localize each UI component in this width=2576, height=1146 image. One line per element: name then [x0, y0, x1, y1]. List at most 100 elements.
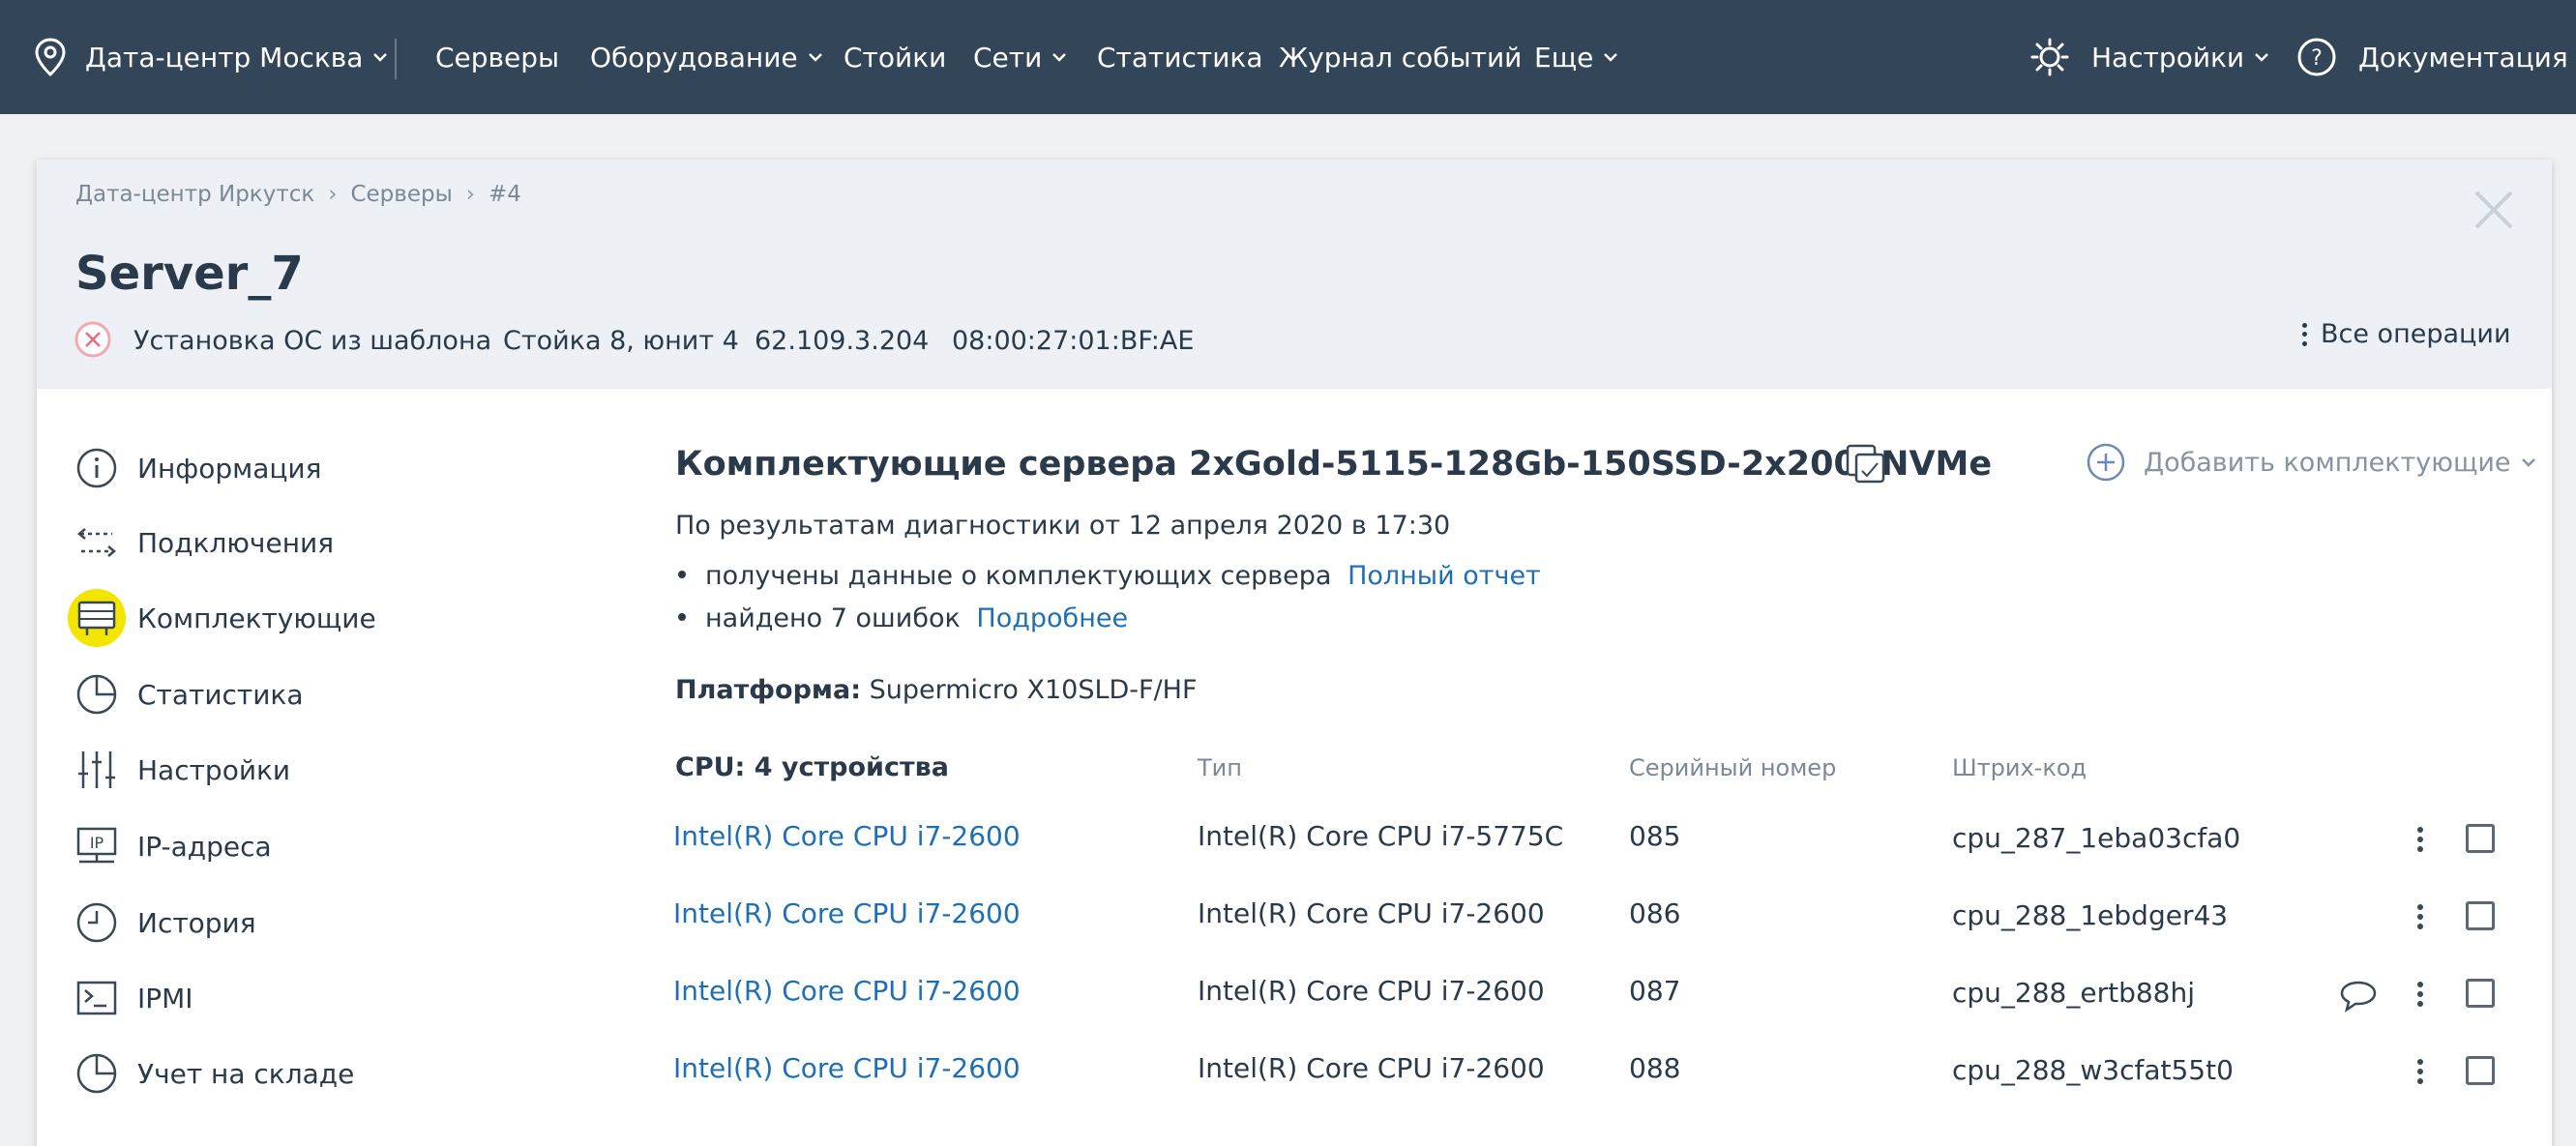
nav-servers[interactable]: Серверы: [435, 0, 559, 114]
component-serial: 085: [1629, 820, 1681, 852]
chevron-down-icon: [1052, 53, 1067, 62]
components-title: Комплектующие сервера 2xGold-5115-128Gb-…: [675, 445, 1993, 484]
sidebar-item-label: Настройки: [137, 753, 291, 786]
platform-line: Платформа: Supermicro X10SLD-F/HF: [675, 675, 1198, 705]
column-header-barcode: Штрих-код: [1952, 754, 2087, 781]
nav-servers-label: Серверы: [435, 41, 560, 73]
component-type: Intel(R) Core CPU i7-2600: [1198, 1052, 1545, 1084]
add-component-button[interactable]: Добавить комплектующие: [2086, 442, 2536, 483]
component-type: Intel(R) Core CPU i7-2600: [1198, 897, 1545, 929]
row-menu-icon[interactable]: [2417, 1059, 2423, 1084]
comment-icon[interactable]: [2339, 980, 2378, 1013]
column-header-type: Тип: [1198, 754, 1242, 781]
sidebar-item-label: История: [137, 906, 256, 939]
sidebar-item-ipmi[interactable]: IPMI: [75, 974, 193, 1022]
column-header-serial: Серийный номер: [1629, 754, 1837, 781]
nav-event-log[interactable]: Журнал событий: [1279, 0, 1522, 114]
nav-more[interactable]: Еще: [1534, 0, 1618, 114]
breadcrumb-item-servers[interactable]: Серверы: [350, 182, 452, 207]
sidebar-item-label: Учет на складе: [137, 1057, 355, 1090]
sidebar-item-statistics[interactable]: Статистика: [75, 670, 304, 719]
bullet-icon: [678, 612, 686, 621]
sidebar-item-settings[interactable]: Настройки: [75, 746, 290, 794]
component-name-link[interactable]: Intel(R) Core CPU i7-2600: [673, 975, 1021, 1007]
datacenter-label: Дата-центр Москва: [85, 41, 364, 73]
sliders-icon: [75, 749, 118, 791]
chevron-down-icon: [2521, 458, 2535, 467]
component-barcode: cpu_288_1ebdger43: [1952, 899, 2229, 931]
server-rack: Стойка 8, юнит 4: [503, 326, 739, 356]
connections-icon: [75, 521, 118, 564]
add-component-label: Добавить комплектующие: [2144, 447, 2511, 478]
sidebar-item-label: Подключения: [137, 526, 335, 559]
sidebar-item-label: Статистика: [137, 678, 304, 711]
nav-networks-label: Сети: [973, 41, 1043, 73]
component-serial: 086: [1629, 897, 1681, 929]
nav-statistics-label: Статистика: [1097, 41, 1263, 73]
details-link[interactable]: Подробнее: [976, 603, 1128, 633]
breadcrumb-item-current: #4: [488, 182, 521, 207]
platform-value: Supermicro X10SLD-F/HF: [869, 675, 1198, 705]
component-name-link[interactable]: Intel(R) Core CPU i7-2600: [673, 820, 1021, 852]
component-name-link[interactable]: Intel(R) Core CPU i7-2600: [673, 1052, 1021, 1084]
server-card: Дата-центр Иркутск › Серверы › #4 Server…: [37, 160, 2552, 1146]
settings-menu[interactable]: Настройки: [2029, 0, 2269, 114]
diagnostics-bullet-1: получены данные о комплектующих сервера …: [678, 561, 1541, 591]
kebab-icon: [2302, 322, 2307, 346]
datacenter-selector[interactable]: Дата-центр Москва: [33, 0, 388, 114]
nav-racks[interactable]: Стойки: [844, 0, 946, 114]
bullet-1-text: получены данные о комплектующих сервера: [705, 561, 1332, 591]
sidebar-item-label: Информация: [137, 452, 322, 485]
breadcrumb-item-datacenter[interactable]: Дата-центр Иркутск: [75, 182, 314, 207]
sidebar-item-connections[interactable]: Подключения: [75, 518, 334, 567]
sidebar-item-history[interactable]: История: [75, 898, 256, 947]
component-type: Intel(R) Core CPU i7-2600: [1198, 975, 1545, 1007]
documentation-link[interactable]: ? Документация: [2296, 0, 2568, 114]
nav-more-label: Еще: [1534, 41, 1594, 73]
row-checkbox[interactable]: [2466, 824, 2495, 853]
breadcrumb: Дата-центр Иркутск › Серверы › #4: [75, 182, 521, 207]
all-operations-button[interactable]: Все операции: [2302, 319, 2511, 349]
row-menu-icon[interactable]: [2417, 827, 2423, 852]
component-barcode: cpu_288_w3cfat55t0: [1952, 1054, 2234, 1086]
copy-icon[interactable]: [1844, 442, 1886, 485]
svg-text:?: ?: [2311, 46, 2323, 71]
nav-statistics[interactable]: Статистика: [1097, 0, 1263, 114]
component-barcode: cpu_288_ertb88hj: [1952, 977, 2196, 1009]
cpu-section-header: CPU: 4 устройства: [675, 752, 949, 782]
component-name-link[interactable]: Intel(R) Core CPU i7-2600: [673, 897, 1021, 929]
server-mac: 08:00:27:01:BF:AE: [952, 326, 1195, 356]
chevron-down-icon: [2255, 53, 2269, 62]
clock-icon: [75, 901, 118, 944]
row-checkbox[interactable]: [2466, 901, 2495, 930]
row-menu-icon[interactable]: [2417, 904, 2423, 929]
close-icon[interactable]: [2471, 187, 2517, 233]
sidebar-item-info[interactable]: Информация: [75, 444, 321, 492]
error-status-icon: [74, 321, 111, 358]
pie-chart-icon: [75, 1052, 118, 1095]
bullet-2-text: найдено 7 ошибок: [705, 603, 961, 633]
all-operations-label: Все операции: [2321, 319, 2511, 349]
navbar-divider: [395, 39, 397, 79]
full-report-link[interactable]: Полный отчет: [1347, 561, 1541, 591]
diagnostics-bullet-2: найдено 7 ошибок Подробнее: [678, 603, 1128, 633]
diagnostics-text: По результатам диагностики от 12 апреля …: [675, 511, 1451, 541]
sidebar-item-ip[interactable]: IP IP-адреса: [75, 822, 272, 870]
sidebar-item-warehouse[interactable]: Учет на складе: [75, 1049, 354, 1098]
location-pin-icon: [35, 38, 66, 77]
plus-circle-icon: [2087, 443, 2125, 482]
top-navbar: Дата-центр Москва Серверы Оборудование С…: [0, 0, 2576, 114]
nav-networks[interactable]: Сети: [973, 0, 1067, 114]
sidebar-item-components[interactable]: Комплектующие: [68, 589, 376, 647]
nav-equipment[interactable]: Оборудование: [590, 0, 823, 114]
page-title: Server_7: [75, 247, 304, 301]
row-checkbox[interactable]: [2466, 979, 2495, 1008]
server-header: Дата-центр Иркутск › Серверы › #4 Server…: [37, 160, 2552, 389]
component-type: Intel(R) Core CPU i7-5775C: [1198, 820, 1564, 852]
components-icon: [68, 589, 126, 647]
chevron-down-icon: [373, 53, 388, 62]
chevron-down-icon: [1604, 53, 1618, 62]
component-serial: 088: [1629, 1052, 1681, 1084]
row-menu-icon[interactable]: [2417, 982, 2423, 1007]
row-checkbox[interactable]: [2466, 1056, 2495, 1085]
